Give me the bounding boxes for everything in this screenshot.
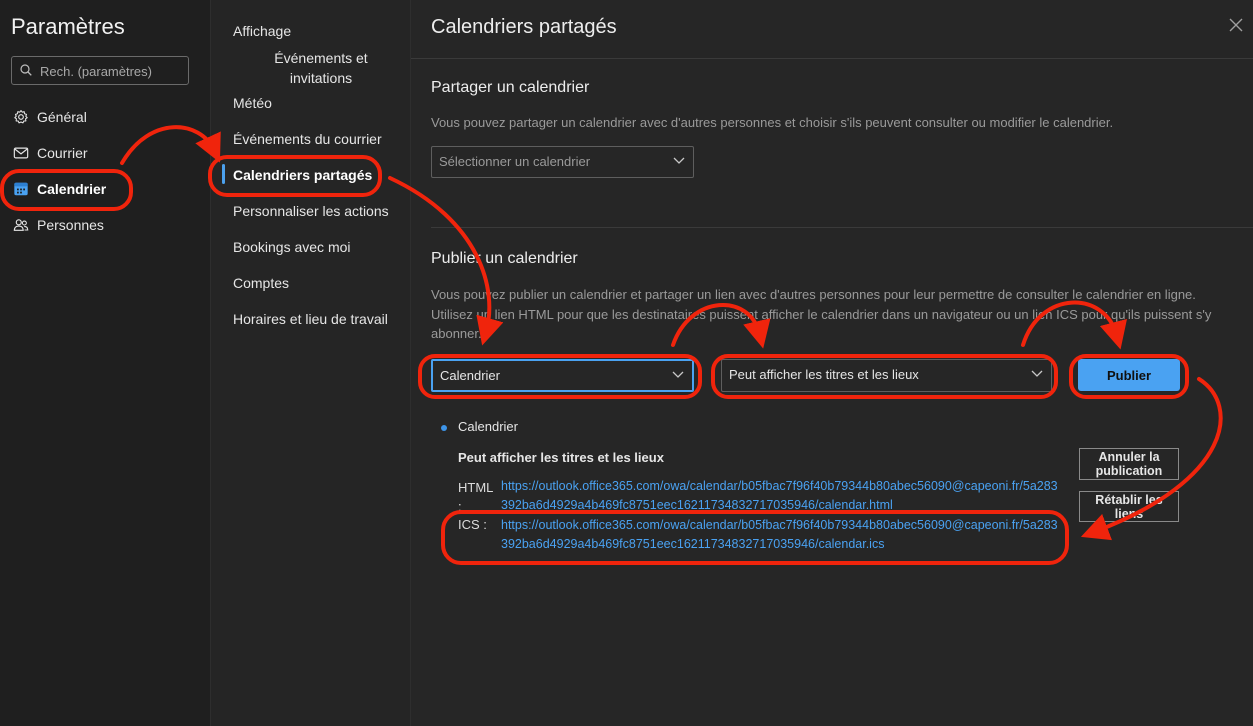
calendar-icon	[14, 182, 28, 196]
publish-calendar-select[interactable]: Calendrier	[431, 359, 694, 392]
share-description: Vous pouvez partager un calendrier avec …	[431, 115, 1114, 130]
nav-item-calendar[interactable]: Calendrier	[0, 173, 210, 205]
subnav-item-display[interactable]: Affichage	[233, 23, 291, 39]
reset-links-button[interactable]: Rétablir les liens	[1079, 491, 1179, 522]
share-calendar-select[interactable]: Sélectionner un calendrier	[431, 146, 694, 178]
search-input[interactable]	[38, 60, 192, 83]
shared-calendars-panel: Calendriers partagés Partager un calendr…	[411, 0, 1253, 726]
published-permission: Peut afficher les titres et les lieux	[458, 450, 664, 465]
subnav-item-shared-calendars[interactable]: Calendriers partagés	[233, 167, 372, 183]
ics-label: ICS :	[458, 517, 487, 532]
nav-label: Personnes	[37, 217, 104, 233]
chevron-down-icon	[673, 157, 685, 164]
gear-icon	[14, 110, 28, 124]
settings-nav: Paramètres Général Courrier Ca	[0, 0, 211, 726]
nav-label: Courrier	[37, 145, 88, 161]
select-value: Peut afficher les titres et les lieux	[729, 367, 919, 382]
subnav-item-email-events[interactable]: Événements du courrier	[233, 131, 382, 147]
published-calendar-name: Calendrier	[458, 419, 518, 434]
publish-button[interactable]: Publier	[1078, 359, 1180, 391]
page-title: Calendriers partagés	[431, 16, 617, 38]
subnav-item-work-hours[interactable]: Horaires et lieu de travail	[233, 311, 388, 327]
settings-search[interactable]	[11, 56, 192, 85]
mail-icon	[13, 147, 29, 159]
nav-item-mail[interactable]: Courrier	[0, 137, 210, 169]
select-value: Calendrier	[440, 368, 500, 383]
chevron-down-icon	[672, 371, 684, 378]
people-icon	[13, 219, 29, 231]
subnav-item-events-invitations[interactable]: Événements et invitations	[256, 48, 386, 88]
search-icon	[20, 64, 32, 76]
share-section-title: Partager un calendrier	[431, 79, 590, 96]
nav-item-general[interactable]: Général	[0, 101, 210, 133]
chevron-down-icon	[1031, 370, 1043, 377]
select-placeholder: Sélectionner un calendrier	[439, 154, 591, 169]
calendar-color-dot	[441, 425, 447, 431]
subnav-item-weather[interactable]: Météo	[233, 95, 272, 111]
settings-title: Paramètres	[11, 14, 125, 39]
nav-label: Général	[37, 109, 87, 125]
subnav-item-accounts[interactable]: Comptes	[233, 275, 289, 291]
html-link[interactable]: https://outlook.office365.com/owa/calend…	[501, 477, 1061, 515]
unpublish-button[interactable]: Annuler la publication	[1079, 448, 1179, 480]
close-icon[interactable]	[1229, 18, 1243, 32]
html-label: HTML :	[458, 480, 493, 514]
subnav-item-bookings[interactable]: Bookings avec moi	[233, 239, 351, 255]
calendar-subnav: Affichage Événements et invitations Mété…	[211, 0, 411, 726]
divider	[431, 227, 1253, 228]
nav-label: Calendrier	[37, 181, 107, 197]
publish-permission-select[interactable]: Peut afficher les titres et les lieux	[721, 359, 1052, 392]
subnav-item-customize-actions[interactable]: Personnaliser les actions	[233, 203, 389, 219]
ics-link[interactable]: https://outlook.office365.com/owa/calend…	[501, 516, 1061, 554]
nav-item-people[interactable]: Personnes	[0, 209, 210, 241]
divider	[411, 58, 1253, 59]
publish-section-title: Publier un calendrier	[431, 250, 578, 267]
publish-description: Vous pouvez publier un calendrier et par…	[431, 287, 1212, 341]
active-indicator	[222, 164, 225, 184]
